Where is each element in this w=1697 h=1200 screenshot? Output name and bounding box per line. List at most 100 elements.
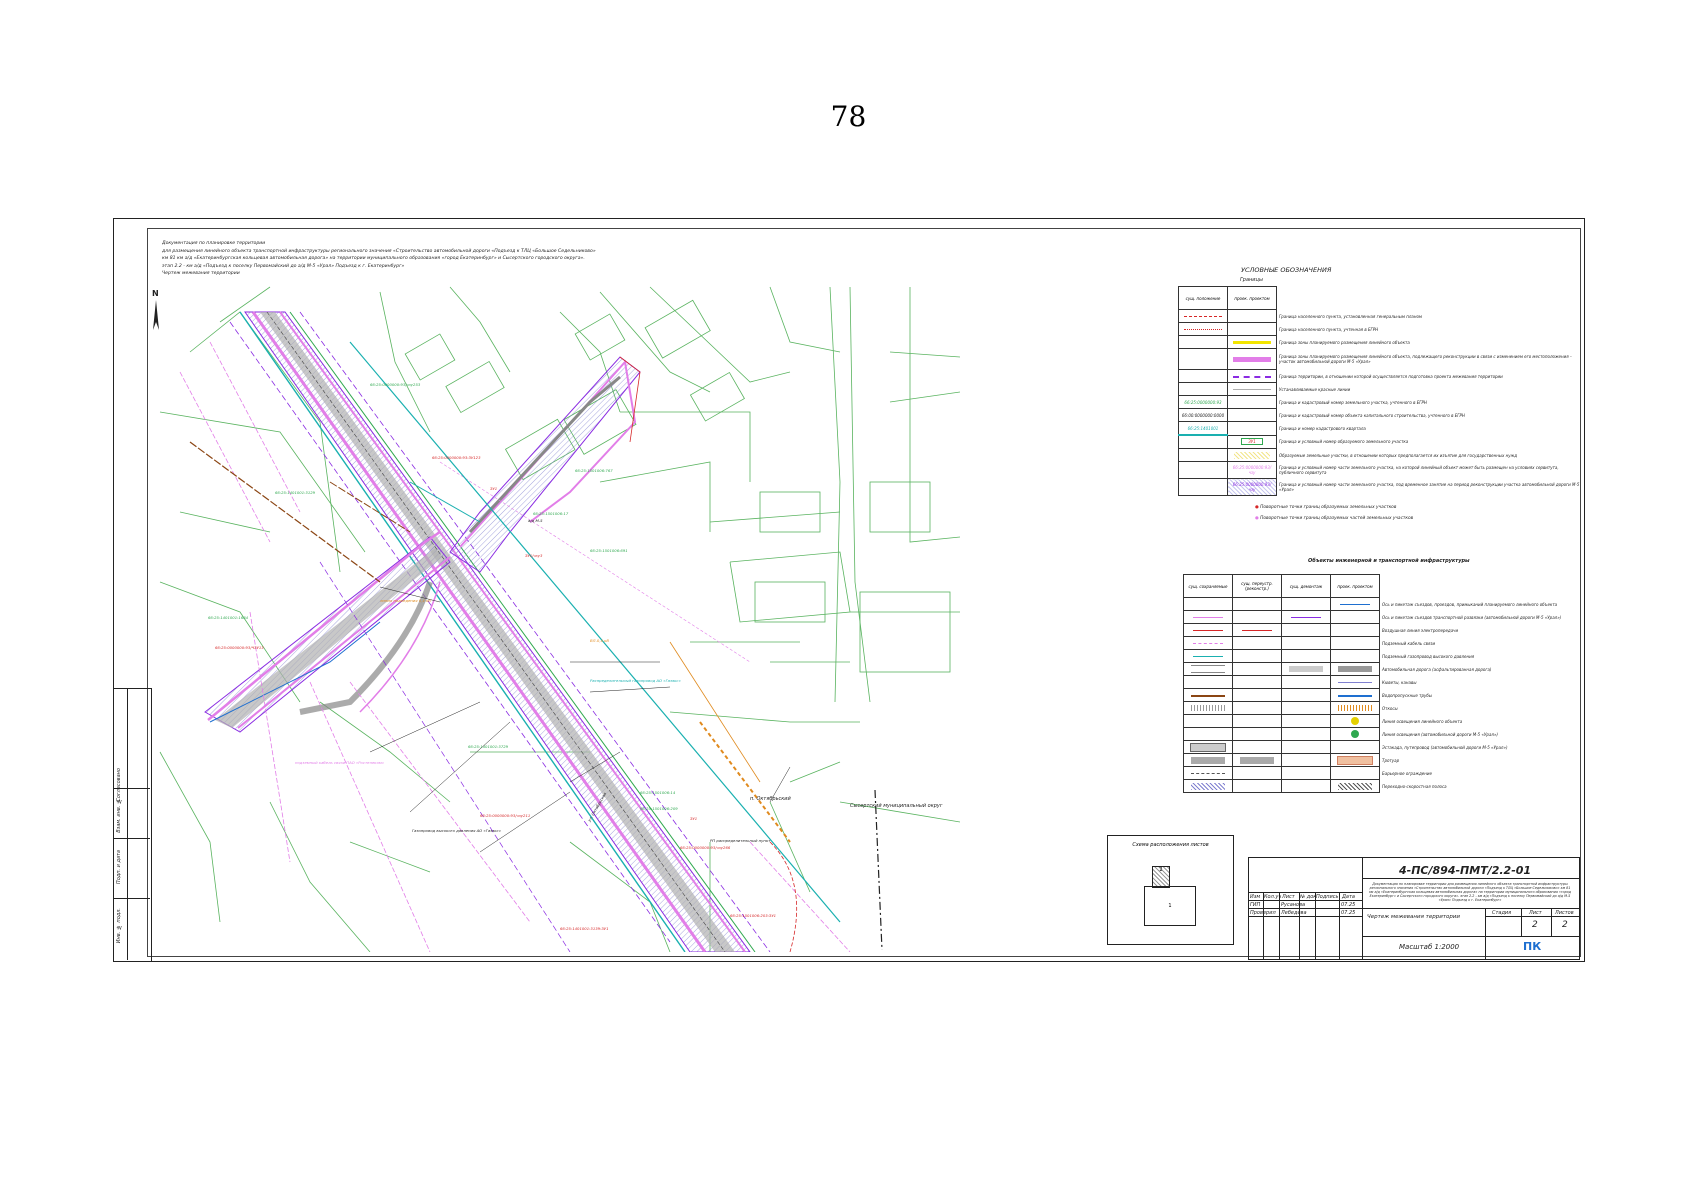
tb-sheet-label: Лист (1529, 910, 1542, 916)
legend-col1: сущ. положение (1178, 286, 1228, 310)
legend-sym-13: 66:25:0000000:93/чзу (1227, 478, 1277, 496)
tb-col-izm: Изм (1250, 894, 1261, 900)
header-line-3: км 81 км а/д «Екатеринбургская кольцевая… (162, 256, 585, 262)
label-kv15: 66:25:1401001:3139:ЗУ1 (560, 926, 609, 931)
label-kv11: 66:25:0000000:93/чзу266 (680, 845, 731, 850)
tb-sheet: 2 (1532, 920, 1538, 930)
scheme-sheet-1: 1 (1144, 886, 1196, 926)
tb-sheets-label: Листов (1555, 910, 1574, 916)
infra-legend-table: сущ. сохраняемые сущ. переустр. (реконст… (1183, 574, 1685, 793)
infra-row-14: Барьерное ограждение (1382, 770, 1432, 776)
label-kv12: 66:25:1401001:3729 (468, 744, 509, 749)
infra-row-12: Эстакада, путепровод (автомобильной доро… (1382, 744, 1508, 750)
label-m5: а/д М-5 (528, 518, 543, 523)
scheme-title: Схема расположения листов (1132, 842, 1209, 848)
label-kv7: 66:25:0000000:93/ЧЗУ13 (215, 645, 264, 650)
infra-row-10: Линия освещения линейного объекта (1382, 718, 1463, 724)
legend-col2: прoeк. проектом (1227, 286, 1277, 310)
north-label: N (152, 289, 159, 298)
header-line-2: для размещения линейного объекта транспо… (162, 248, 596, 254)
infra-row-15: Переходно-скоростная полоса (1382, 783, 1447, 789)
legend-boundaries-table: сущ. положение прoeк. проектом Граница н… (1178, 286, 1582, 496)
cross-road-corridor (204, 530, 451, 733)
drawing-header: Документация по планировке территории дл… (162, 240, 682, 278)
label-kv2: 66:25:0000000:93:ЗУ123 (432, 455, 481, 460)
label-kv14: 66:25:1401001:3129 (275, 490, 316, 495)
infra-row-13: Тротуар (1382, 757, 1400, 763)
legend-desc-4: Граница зоны планируемого размещения лин… (1279, 354, 1572, 364)
legend-desc-6: Устанавливаемые красные линии (1279, 386, 1351, 392)
north-arrow: N (152, 289, 159, 330)
label-kv8: 66:25:0000000:93/чзу211 (480, 813, 530, 818)
legend-desc-2: Граница населенного пункта, учтенная в Е… (1279, 326, 1379, 332)
legend-sym-11 (1227, 448, 1277, 462)
tb-col-podpis: Подпись (1316, 894, 1339, 900)
infra-row-9: Откосы (1382, 705, 1398, 711)
tb-drawing-name: Чертеж межевания территории (1367, 914, 1461, 920)
infra-row-4: Подземный кабель связи (1382, 640, 1436, 646)
tb-col-ndok: № док (1300, 894, 1317, 900)
legend-desc-5: Граница территории, в отношении которой … (1279, 373, 1503, 379)
header-line-1: Документация по планировке территории (162, 241, 266, 246)
tb-date-checked: 07.25 (1341, 910, 1356, 916)
legend-desc-11: Образуемые земельные участки, в отношени… (1279, 452, 1518, 458)
label-kv3: 66:25:1501006:767 (575, 468, 613, 473)
label-place-oktyabrsky: п. Октябрьский (750, 796, 792, 802)
header-line-4: этап 2.2 - км а/д «Подъезд к поселку Пер… (162, 263, 405, 269)
stamp-agreed: Согласовано (116, 768, 122, 802)
label-vl: ВЛ-0,4 кВ (590, 638, 609, 643)
legend-sym-8: 66:00:0000000:0000 (1178, 408, 1228, 422)
legend-point-2: ● Поворотные точки границ образуемых час… (1255, 516, 1414, 521)
infra-col4: проек. проектом (1330, 574, 1380, 598)
legend-title: УСЛОВНЫЕ ОБОЗНАЧЕНИЯ (1241, 266, 1332, 274)
page-number: 78 (830, 100, 867, 133)
label-kv9: 66:25:1501006:209 (640, 806, 678, 811)
infra-title: Объекты инженерной и транспортной инфрас… (1308, 558, 1470, 564)
infra-row-6: Автомобильная дорога (асфальтированная д… (1382, 666, 1492, 672)
tb-role-checked: Проверил (1250, 910, 1276, 916)
stamp-inv-no: Инв. № подл. (116, 908, 122, 944)
label-rp: РП распределительный пункт (710, 838, 771, 843)
label-kv10: 66:25:1501006:203:ЗУ1 (730, 913, 776, 918)
stamp-sign-date: Подп. и дата (116, 850, 122, 885)
label-distrib-gas: Распределительный газопровод АО «Газэкс» (590, 678, 681, 683)
label-line-power: линия подведения 0,4 кВ (379, 598, 431, 603)
legend-sym-6 (1227, 382, 1277, 396)
ramp-loop (449, 356, 641, 573)
infra-col3: сущ. демонтаж (1281, 574, 1331, 598)
label-zu1-chzu3: ЗУ1/чзу3 (525, 553, 543, 558)
legend-sym-9: 66:25:1401001 (1178, 421, 1228, 436)
tb-col-koluch: Кол.уч (1264, 894, 1282, 900)
tb-name-checked: Лебедева (1281, 910, 1307, 916)
sheet-layout-scheme: Схема расположения листов 2 1 (1107, 835, 1234, 945)
legend-sym-5 (1227, 369, 1277, 383)
legend-sym-2 (1178, 322, 1228, 336)
tb-col-list: Лист (1282, 894, 1295, 900)
label-kv1: 66:25:0000000:93/чзу253 (370, 382, 421, 387)
infra-row-7: Кюветы, канавы (1382, 679, 1417, 685)
infra-row-1: Ось и пикетаж съездов, проездов, примыка… (1382, 601, 1558, 607)
legend-sym-1 (1178, 309, 1228, 323)
tb-stage-label: Стадия (1492, 910, 1512, 916)
title-description: Документация по планировке территории дл… (1368, 882, 1572, 902)
tb-scale: Масштаб 1:2000 (1399, 943, 1460, 951)
label-kv6: 66:25:1401001:1684 (208, 615, 249, 620)
legend-sym-10: ЗУ1 (1227, 434, 1277, 449)
side-stamp: Согласовано Взам. инв. № Подп. и дата Ин… (113, 688, 152, 962)
drawing-code: 4-ПС/894-ПМТ/2.2-01 (1399, 864, 1532, 877)
legend-subtitle: Границы (1240, 277, 1263, 283)
tb-name-gip: Русанова (1281, 902, 1306, 908)
legend-desc-1: Граница населенного пункта, установленна… (1279, 313, 1422, 319)
infra-row-8: Водопропускные трубы (1382, 692, 1432, 698)
label-cable: подземный кабель связи ПАО «Ростелеком» (295, 760, 385, 765)
tb-col-data: Дата (1342, 894, 1355, 900)
legend-desc-8: Граница и кадастровый номер объекта капи… (1279, 412, 1465, 418)
legend-point-1: ● Поворотные точки границ образуемых зем… (1255, 505, 1397, 510)
label-kv13: 66:25:1501006:14 (640, 790, 676, 795)
label-zu1: ЗУ1 (490, 486, 497, 491)
legend-desc-10: Граница и условный номер образуемого зем… (1279, 439, 1409, 445)
company-logo: ПК (1523, 940, 1542, 953)
infra-col1: сущ. сохраняемые (1183, 574, 1233, 598)
infra-row-5: Подземный газопровод высокого давления (1382, 653, 1475, 659)
header-line-5: Чертеж межевания территории (162, 271, 240, 277)
